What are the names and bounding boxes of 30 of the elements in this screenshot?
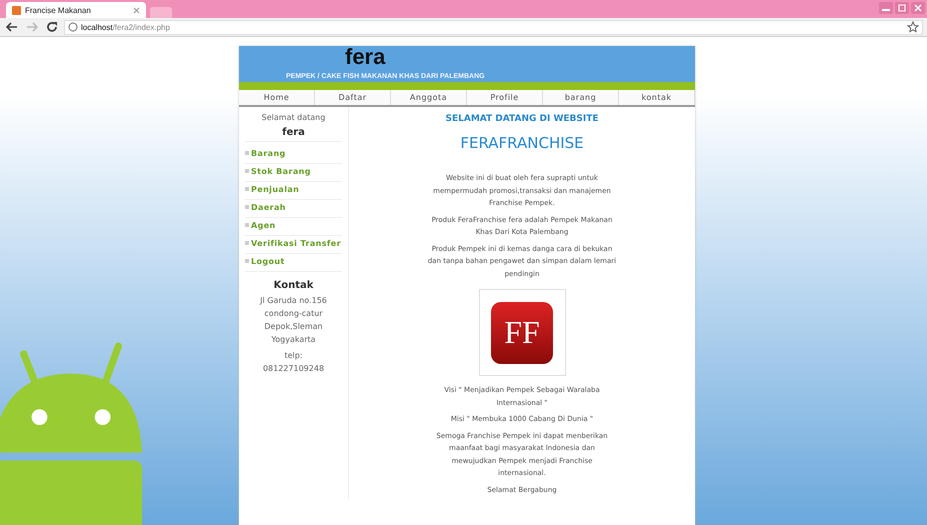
nav-link[interactable]: kontak bbox=[619, 90, 695, 105]
close-icon[interactable] bbox=[911, 2, 925, 14]
username-text: fera bbox=[245, 127, 342, 142]
welcome-heading: SELAMAT DATANG DI WEBSITE bbox=[445, 114, 599, 124]
close-icon[interactable] bbox=[133, 6, 140, 14]
favicon-icon bbox=[12, 6, 21, 14]
back-icon[interactable] bbox=[4, 22, 20, 32]
address-line: Yogyakarta bbox=[270, 334, 317, 346]
contact-heading: Kontak bbox=[272, 280, 314, 291]
nav-link[interactable]: Home bbox=[239, 90, 315, 105]
page-icon bbox=[68, 22, 78, 32]
star-icon[interactable] bbox=[907, 21, 919, 33]
brand-logo: FF bbox=[491, 302, 553, 364]
minimize-icon[interactable] bbox=[879, 2, 893, 14]
reload-icon[interactable] bbox=[44, 21, 60, 33]
greeting-text: Selamat datang bbox=[260, 113, 326, 122]
phone-label: telp: bbox=[283, 350, 304, 362]
phone-number: 081227109248 bbox=[262, 363, 326, 375]
nav-link[interactable]: Daftar bbox=[315, 90, 391, 105]
page-title: FERAFRANCHISE bbox=[460, 134, 584, 152]
maximize-icon[interactable] bbox=[895, 2, 909, 14]
site-logo[interactable]: fera bbox=[345, 44, 386, 70]
address-line: Jl Garuda no.156 bbox=[258, 295, 328, 307]
address-line: Depok,Sleman bbox=[263, 321, 324, 333]
nav-link[interactable]: Anggota bbox=[391, 90, 467, 105]
browser-tab[interactable]: Francise Makanan bbox=[6, 2, 146, 18]
address-field[interactable]: localhost/fera2/index.php bbox=[64, 20, 923, 34]
nav-link[interactable]: barang bbox=[543, 90, 619, 105]
address-line: condong-catur bbox=[263, 308, 324, 320]
nav-link[interactable]: Profile bbox=[467, 90, 543, 105]
